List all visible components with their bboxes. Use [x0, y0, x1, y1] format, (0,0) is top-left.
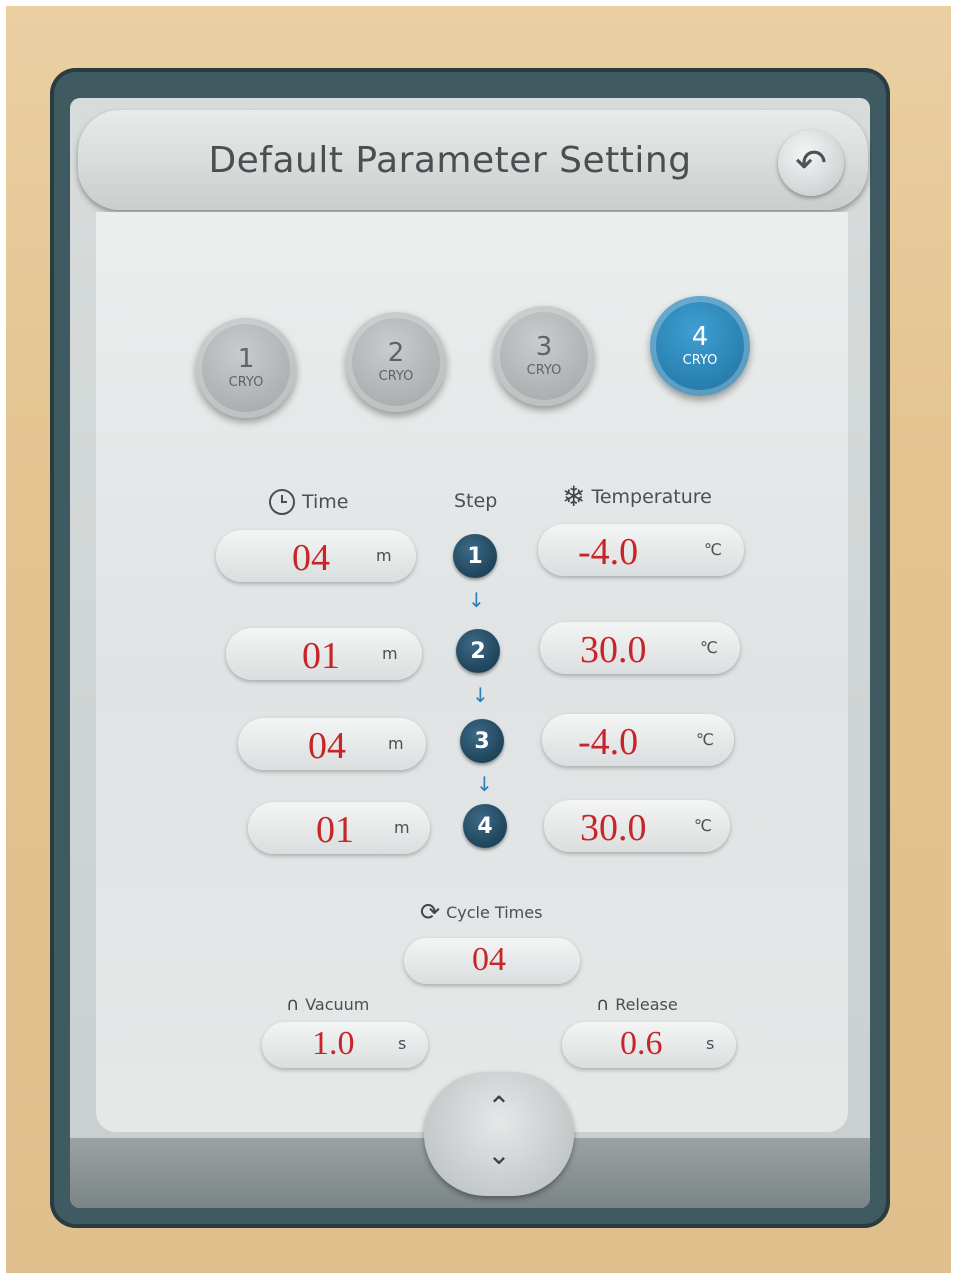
cryo-tab-1[interactable]: 1 CRYO — [196, 318, 296, 418]
temperature-unit: ℃ — [704, 540, 722, 559]
time-value: 04 — [308, 725, 346, 767]
time-value: 01 — [316, 809, 354, 851]
vacuum-field[interactable]: 1.0 s — [262, 1022, 428, 1068]
chevron-up-icon: ⌃ — [487, 1090, 511, 1123]
cryo-tab-number: 1 — [237, 344, 255, 374]
arrow-down-icon: ↓ — [476, 772, 493, 796]
scroll-nav-control: ⌃ ⌄ — [424, 1072, 574, 1196]
cryo-tab-number: 4 — [691, 322, 709, 352]
time-field-4[interactable]: 01 m — [248, 802, 430, 854]
back-button[interactable]: ↶ — [778, 130, 844, 196]
step-badge-3: 3 — [460, 719, 504, 763]
cryo-tab-number: 2 — [387, 338, 405, 368]
vacuum-unit: s — [398, 1034, 407, 1053]
time-field-3[interactable]: 04 m — [238, 718, 426, 770]
cryo-tab-2[interactable]: 2 CRYO — [346, 312, 446, 412]
cycle-times-header: ⟳ Cycle Times — [420, 898, 542, 926]
cryo-tab-number: 3 — [535, 332, 553, 362]
time-label: Time — [302, 491, 349, 513]
temperature-field-3[interactable]: -4.0 ℃ — [542, 714, 734, 766]
temperature-field-4[interactable]: 30.0 ℃ — [544, 800, 730, 852]
vacuum-value: 1.0 — [312, 1025, 355, 1062]
snowflake-icon: ❄ — [562, 480, 586, 513]
temperature-value: 30.0 — [580, 807, 647, 849]
temperature-value: 30.0 — [580, 629, 647, 671]
release-unit: s — [706, 1034, 715, 1053]
release-field[interactable]: 0.6 s — [562, 1022, 736, 1068]
temperature-value: -4.0 — [578, 721, 639, 763]
cycle-times-value: 04 — [472, 941, 506, 978]
cryo-tab-label: CRYO — [682, 353, 718, 368]
release-header: ∩ Release — [596, 994, 678, 1015]
temperature-column-header: ❄ Temperature — [562, 480, 712, 513]
cryo-tab-3[interactable]: 3 CRYO — [494, 306, 594, 406]
time-field-2[interactable]: 01 m — [226, 628, 422, 680]
time-column-header: Time — [268, 488, 349, 516]
cryo-tab-4[interactable]: 4 CRYO — [650, 296, 750, 396]
vacuum-header: ∩ Vacuum — [286, 994, 369, 1015]
temperature-unit: ℃ — [694, 816, 712, 835]
scroll-down-button[interactable]: ⌄ — [474, 1138, 524, 1171]
vacuum-icon: ∩ — [286, 994, 300, 1015]
temperature-field-1[interactable]: -4.0 ℃ — [538, 524, 744, 576]
temperature-label: Temperature — [591, 485, 712, 508]
time-value: 01 — [302, 635, 340, 677]
time-unit: m — [376, 546, 392, 565]
page-title: Default Parameter Setting — [208, 140, 692, 181]
step-badge-4: 4 — [463, 804, 507, 848]
arrow-down-icon: ↓ — [472, 683, 489, 707]
time-unit: m — [382, 644, 398, 663]
cycle-times-field[interactable]: 04 — [404, 938, 580, 984]
scroll-up-button[interactable]: ⌃ — [474, 1090, 524, 1123]
temperature-unit: ℃ — [696, 730, 714, 749]
step-column-header: Step — [454, 490, 497, 512]
arrow-down-icon: ↓ — [468, 588, 485, 612]
time-value: 04 — [292, 537, 330, 579]
back-icon: ↶ — [795, 141, 827, 185]
clock-icon — [269, 489, 295, 515]
step-badge-2: 2 — [456, 629, 500, 673]
release-value: 0.6 — [620, 1025, 663, 1062]
cryo-tab-label: CRYO — [378, 369, 414, 384]
step-badge-1: 1 — [453, 534, 497, 578]
temperature-field-2[interactable]: 30.0 ℃ — [540, 622, 740, 674]
cryo-tab-label: CRYO — [228, 375, 264, 390]
release-icon: ∩ — [596, 994, 610, 1015]
time-unit: m — [394, 818, 410, 837]
release-label: Release — [615, 995, 678, 1014]
vacuum-label: Vacuum — [305, 995, 370, 1014]
time-unit: m — [388, 734, 404, 753]
chevron-down-icon: ⌄ — [487, 1138, 511, 1171]
cycle-times-label: Cycle Times — [446, 902, 543, 922]
temperature-value: -4.0 — [578, 531, 639, 573]
step-label: Step — [454, 490, 498, 512]
time-field-1[interactable]: 04 m — [216, 530, 416, 582]
temperature-unit: ℃ — [700, 638, 718, 657]
cryo-tab-label: CRYO — [526, 363, 562, 378]
cycle-icon: ⟳ — [420, 898, 441, 926]
